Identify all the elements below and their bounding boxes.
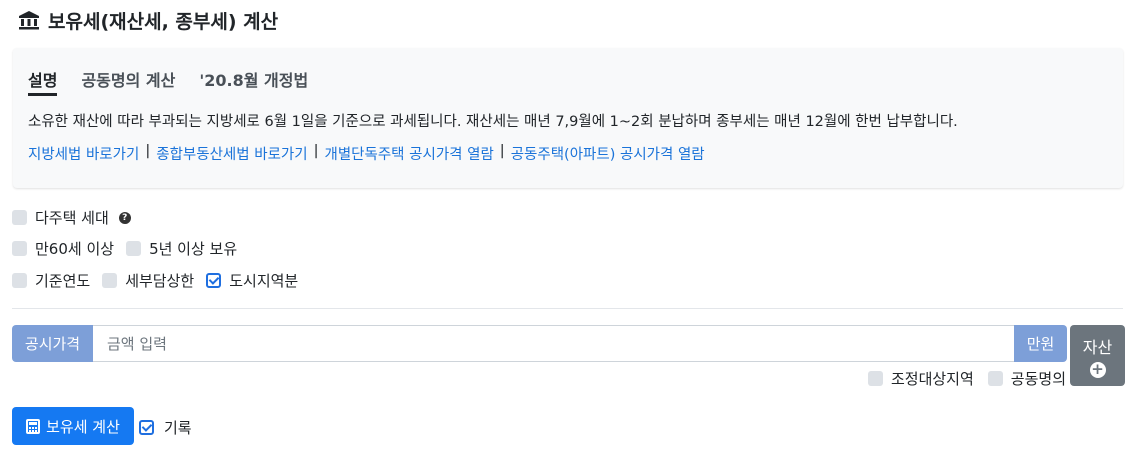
base-year-label: 기준연도 (35, 272, 91, 290)
reference-links: 지방세법 바로가기 | 종합부동산세법 바로가기 | 개별단독주택 공시가격 열… (28, 143, 705, 164)
base-year-option[interactable]: 기준연도 (12, 270, 90, 291)
age60-checkbox[interactable] (12, 241, 27, 256)
multi-house-label: 다주택 세대 (35, 209, 109, 227)
option-row-3: 기준연도 세부담상한 도시지역분 (12, 270, 298, 291)
add-asset-button[interactable]: 자산 + (1070, 325, 1125, 386)
calculate-tax-button[interactable]: 보유세 계산 (12, 407, 134, 445)
urban-area-label: 도시지역분 (229, 272, 299, 290)
own5y-checkbox[interactable] (126, 241, 142, 256)
age60-option[interactable]: 만60세 이상 (12, 238, 114, 259)
tax-limit-label: 세부담상한 (125, 272, 195, 290)
apartment-price-link[interactable]: 공동주택(아파트) 공시가격 열람 (511, 143, 705, 164)
joint-owner-option[interactable]: 공동명의 (987, 368, 1066, 389)
link-separator: | (313, 143, 319, 159)
age60-label: 만60세 이상 (35, 240, 115, 258)
price-sub-options: 조정대상지역 공동명의 (867, 368, 1066, 389)
calculate-button-label: 보유세 계산 (46, 417, 120, 436)
bank-icon (18, 9, 40, 31)
tax-description: 소유한 재산에 따라 부과되는 지방세로 6월 1일을 기준으로 과세됩니다. … (28, 114, 958, 130)
tab-revised-law[interactable]: '20.8월 개정법 (199, 62, 308, 96)
urban-area-checkbox[interactable] (206, 273, 222, 288)
question-circle-icon[interactable]: ? (118, 211, 131, 224)
adjusted-area-option[interactable]: 조정대상지역 (867, 368, 974, 389)
info-tabs: 설명 공동명의 계산 '20.8월 개정법 (28, 62, 308, 96)
price-input-group: 공시가격 만원 (12, 325, 1067, 362)
own5y-option[interactable]: 5년 이상 보유 (126, 238, 237, 259)
adjusted-area-label: 조정대상지역 (890, 370, 974, 388)
tab-description[interactable]: 설명 (28, 62, 58, 96)
tax-limit-option[interactable]: 세부담상한 (102, 270, 194, 291)
base-year-checkbox[interactable] (12, 273, 27, 288)
tab-joint-ownership[interactable]: 공동명의 계산 (81, 62, 175, 96)
comprehensive-tax-law-link[interactable]: 종합부동산세법 바로가기 (156, 143, 307, 164)
multi-house-option[interactable]: 다주택 세대 ? (12, 207, 131, 228)
plus-circle-icon: + (1089, 360, 1106, 378)
option-row-1: 다주택 세대 ? (12, 207, 131, 228)
local-tax-law-link[interactable]: 지방세법 바로가기 (28, 143, 139, 164)
multi-house-checkbox[interactable] (12, 210, 27, 225)
info-card: 설명 공동명의 계산 '20.8월 개정법 소유한 재산에 따라 부과되는 지방… (13, 48, 1123, 188)
detached-house-price-link[interactable]: 개별단독주택 공시가격 열람 (324, 143, 493, 164)
tax-limit-checkbox[interactable] (102, 273, 118, 288)
section-divider (12, 308, 1123, 309)
page-title: 보유세(재산세, 종부세) 계산 (48, 10, 279, 33)
price-input[interactable] (93, 325, 1014, 362)
record-option[interactable]: 기록 (139, 417, 192, 438)
price-label: 공시가격 (12, 325, 93, 362)
joint-owner-checkbox[interactable] (987, 371, 1003, 386)
calculator-icon (26, 418, 41, 434)
option-row-2: 만60세 이상 5년 이상 보유 (12, 238, 237, 259)
own5y-label: 5년 이상 보유 (149, 240, 238, 258)
page-header: 보유세(재산세, 종부세) 계산 (18, 6, 278, 34)
unit-label: 만원 (1014, 325, 1067, 362)
asset-button-label: 자산 (1082, 337, 1113, 357)
link-separator: | (499, 143, 505, 159)
adjusted-area-checkbox[interactable] (867, 371, 883, 386)
urban-area-option[interactable]: 도시지역분 (206, 270, 298, 291)
joint-owner-label: 공동명의 (1010, 370, 1066, 388)
link-separator: | (145, 143, 151, 159)
record-checkbox[interactable] (139, 420, 154, 435)
record-label: 기록 (164, 419, 192, 437)
